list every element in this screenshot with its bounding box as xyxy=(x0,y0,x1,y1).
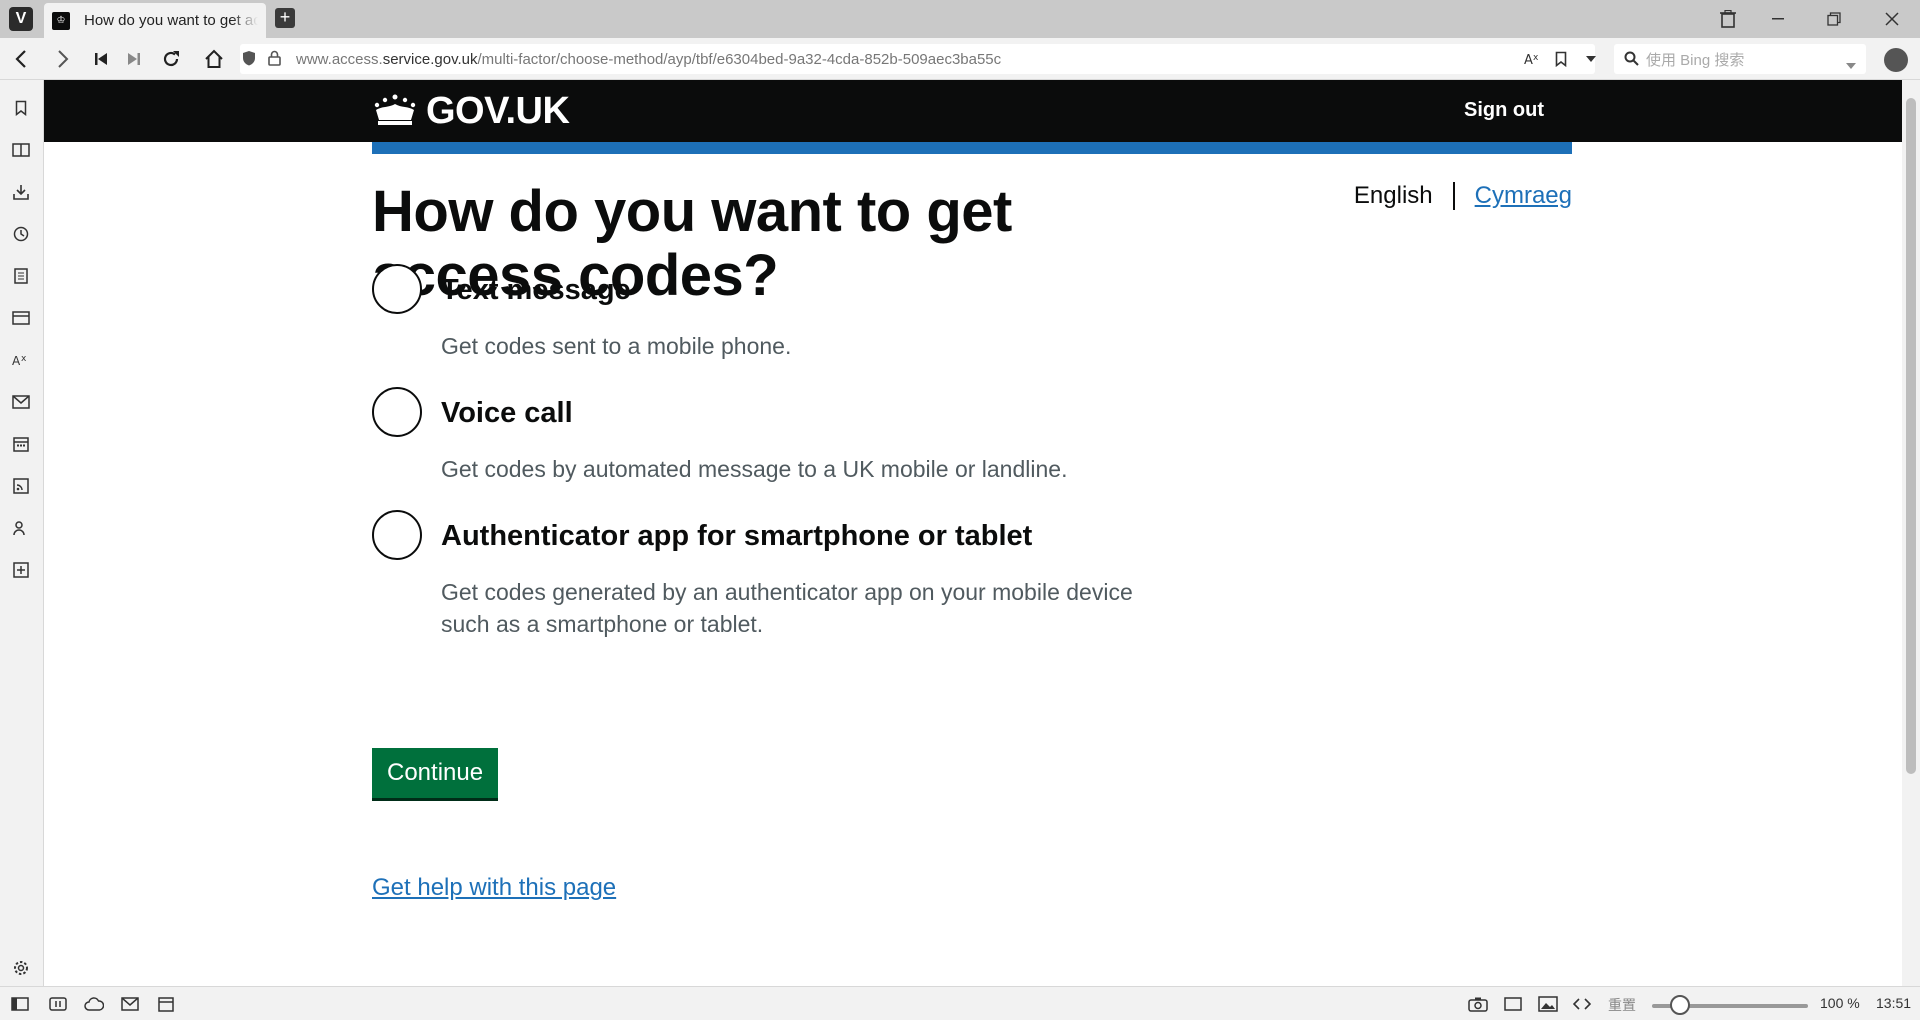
reading-list-icon[interactable] xyxy=(11,140,31,160)
tab-bar: V ♔ How do you want to get access codes?… xyxy=(0,0,1920,38)
sync-cloud-icon[interactable] xyxy=(84,995,104,1013)
close-window-icon[interactable] xyxy=(1864,0,1920,38)
sign-out-link[interactable]: Sign out xyxy=(1464,99,1544,122)
continue-button[interactable]: Continue xyxy=(372,748,499,798)
mail-icon[interactable] xyxy=(11,392,31,412)
reload-icon[interactable] xyxy=(158,46,184,72)
tab-tiling-icon[interactable] xyxy=(48,995,68,1013)
govuk-favicon-icon: ♔ xyxy=(52,11,70,30)
bookmarks-panel-icon[interactable] xyxy=(11,98,31,118)
radio-button-text-message[interactable] xyxy=(372,264,422,314)
svg-text:x: x xyxy=(21,354,27,364)
translate-panel-icon[interactable]: Ax xyxy=(11,350,31,370)
notes-icon[interactable] xyxy=(11,266,31,286)
status-bar: 重置 100 % 13:51 xyxy=(0,986,1920,1020)
forward-icon[interactable] xyxy=(50,46,76,72)
search-input[interactable]: 使用 Bing 搜索 xyxy=(1614,44,1866,74)
active-tab[interactable]: ♔ How do you want to get access codes? xyxy=(44,3,266,38)
radio-hint-authenticator-app: Get codes generated by an authenticator … xyxy=(441,579,1133,637)
lock-icon[interactable] xyxy=(268,50,281,71)
calendar-icon[interactable] xyxy=(11,434,31,454)
vivaldi-menu-icon[interactable]: V xyxy=(9,7,33,31)
feeds-icon[interactable] xyxy=(11,476,31,496)
profile-avatar[interactable] xyxy=(1884,48,1908,72)
language-cymraeg-link[interactable]: Cymraeg xyxy=(1475,182,1572,210)
search-placeholder: 使用 Bing 搜索 xyxy=(1646,51,1745,69)
zoom-reset-label[interactable]: 重置 xyxy=(1608,995,1636,1015)
window-panel-icon[interactable] xyxy=(11,308,31,328)
get-help-link[interactable]: Get help with this page xyxy=(372,874,616,902)
back-icon[interactable] xyxy=(8,46,34,72)
fast-forward-icon[interactable] xyxy=(121,46,147,72)
header-blue-rule xyxy=(372,142,1572,154)
status-calendar-icon[interactable] xyxy=(156,995,176,1013)
page-actions-code-icon[interactable] xyxy=(1572,995,1592,1013)
page-viewport: GOV.UK Sign out How do you want to get a… xyxy=(44,80,1902,986)
scrollbar-thumb[interactable] xyxy=(1906,98,1916,774)
history-icon[interactable] xyxy=(11,224,31,244)
home-icon[interactable] xyxy=(201,46,227,72)
images-toggle-icon[interactable] xyxy=(1538,995,1558,1013)
svg-text:x: x xyxy=(1533,53,1539,63)
side-panel: Ax xyxy=(0,80,44,986)
radio-button-authenticator-app[interactable] xyxy=(372,510,422,560)
vertical-scrollbar[interactable] xyxy=(1902,80,1920,986)
url-host: service.gov.uk xyxy=(382,50,478,68)
dropdown-arrow-icon[interactable] xyxy=(1578,46,1604,72)
status-mail-icon[interactable] xyxy=(120,995,140,1013)
zoom-level[interactable]: 100 % xyxy=(1820,995,1860,1011)
radio-label-voice-call[interactable]: Voice call xyxy=(441,397,573,430)
bookmark-icon[interactable] xyxy=(1548,46,1574,72)
trash-icon[interactable] xyxy=(1700,0,1756,38)
radio-label-authenticator-app[interactable]: Authenticator app for smartphone or tabl… xyxy=(441,520,1032,553)
clock: 13:51 xyxy=(1876,995,1912,1011)
page-tiling-icon[interactable] xyxy=(1503,995,1523,1013)
language-divider xyxy=(1452,182,1455,210)
radio-button-voice-call[interactable] xyxy=(372,387,422,437)
settings-gear-icon[interactable] xyxy=(11,958,31,978)
minimize-icon[interactable] xyxy=(1750,0,1806,38)
downloads-icon[interactable] xyxy=(11,182,31,202)
shield-icon[interactable] xyxy=(242,50,256,71)
url-input[interactable]: www.access. service.gov.uk/multi-factor/c… xyxy=(240,44,1595,74)
panel-toggle-icon[interactable] xyxy=(10,995,30,1013)
radio-hint-voice-call: Get codes by automated message to a UK m… xyxy=(441,456,1068,482)
govuk-logo[interactable]: GOV.UK xyxy=(426,90,570,133)
language-english: English xyxy=(1353,182,1433,209)
rewind-icon[interactable] xyxy=(88,46,114,72)
new-tab-button[interactable]: + xyxy=(275,8,295,28)
tab-title: How do you want to get access codes? xyxy=(84,12,258,29)
contacts-icon[interactable] xyxy=(11,518,31,538)
crown-logo-icon[interactable] xyxy=(372,94,418,131)
zoom-slider-knob[interactable] xyxy=(1670,995,1690,1015)
svg-text:A: A xyxy=(1524,53,1533,67)
search-icon xyxy=(1624,51,1640,71)
url-prefix: www.access. xyxy=(296,50,383,68)
radio-hint-text-message: Get codes sent to a mobile phone. xyxy=(441,333,792,359)
language-switcher: English Cymraeg xyxy=(1354,182,1572,210)
capture-camera-icon[interactable] xyxy=(1468,995,1488,1013)
address-toolbar: www.access. service.gov.uk/multi-factor/c… xyxy=(0,38,1920,80)
govuk-header: GOV.UK Sign out xyxy=(44,80,1902,142)
url-path: /multi-factor/choose-method/ayp/tbf/e630… xyxy=(477,50,1002,68)
radio-label-text-message[interactable]: Text message xyxy=(441,274,631,307)
svg-text:A: A xyxy=(12,354,21,368)
translate-icon[interactable]: Ax xyxy=(1520,46,1546,72)
add-web-panel-icon[interactable] xyxy=(11,560,31,580)
search-engine-dropdown-icon[interactable] xyxy=(1846,56,1856,73)
restore-icon[interactable] xyxy=(1806,0,1862,38)
